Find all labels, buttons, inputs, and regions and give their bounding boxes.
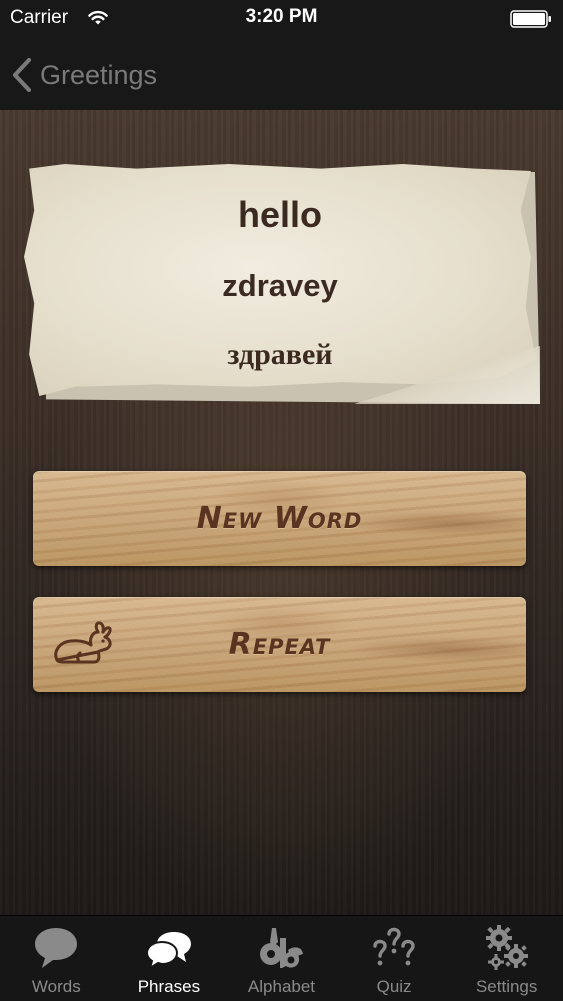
chevron-left-icon [12, 57, 32, 93]
question-marks-icon [373, 927, 415, 966]
clock: 3:20 PM [245, 6, 318, 27]
tab-settings-label: Settings [475, 977, 538, 996]
tab-phrases[interactable]: Phrases [113, 916, 226, 1001]
status-bar: Carrier 3:20 PM [0, 0, 563, 40]
tab-bar: Words Phrases Alphabet Quiz Settings [0, 915, 563, 1001]
repeat-button-label: Repeat [228, 627, 331, 662]
word-english: hello [237, 194, 322, 235]
speech-bubbles-icon [145, 932, 191, 971]
tab-alphabet[interactable]: Alphabet [225, 916, 338, 1001]
tab-alphabet-label: Alphabet [247, 977, 316, 996]
top-bar: Carrier 3:20 PM Greetings [0, 0, 563, 110]
navigation-bar: Greetings [0, 40, 563, 110]
word-native: здравей [227, 338, 333, 371]
back-button[interactable]: Greetings [8, 54, 157, 96]
tab-words-label: Words [31, 977, 81, 996]
tab-settings[interactable]: Settings [450, 916, 563, 1001]
battery-icon [510, 10, 551, 28]
tab-quiz-label: Quiz [376, 977, 412, 996]
tab-quiz[interactable]: Quiz [338, 916, 451, 1001]
tab-phrases-label: Phrases [137, 977, 201, 996]
word-transliteration: zdravey [222, 268, 338, 303]
alphabet-icon [260, 928, 304, 968]
gears-icon [485, 925, 528, 970]
back-button-label: Greetings [40, 59, 158, 90]
repeat-button[interactable]: Repeat [33, 597, 526, 692]
word-card: hello zdravey здравей [24, 164, 540, 404]
speech-bubble-icon [35, 928, 78, 968]
tab-words[interactable]: Words [0, 916, 113, 1001]
wood-background: hello zdravey здравей New Word Repeat [0, 110, 563, 915]
new-word-button[interactable]: New Word [33, 471, 526, 566]
new-word-button-label: New Word [196, 501, 363, 536]
